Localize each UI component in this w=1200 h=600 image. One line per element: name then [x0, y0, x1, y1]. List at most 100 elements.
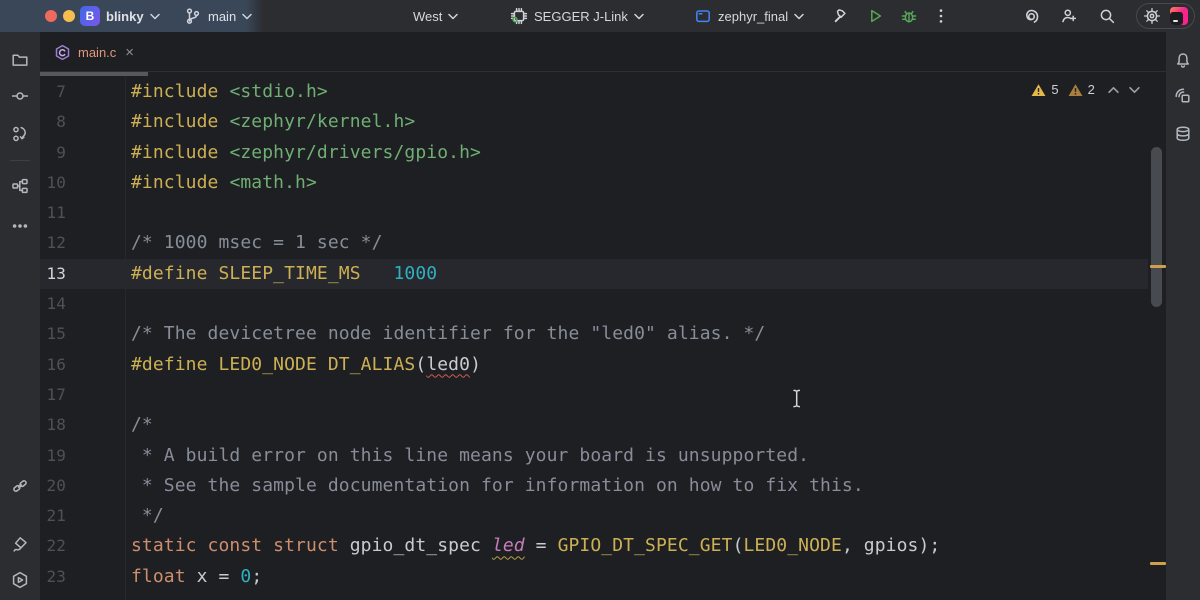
- run-target-selector[interactable]: zephyr_final: [694, 0, 804, 32]
- tab-main-c[interactable]: main.c ×: [40, 32, 144, 72]
- branch-widget[interactable]: main: [184, 0, 252, 32]
- tool-kite-button[interactable]: [6, 531, 34, 559]
- code-line[interactable]: 12 /* 1000 msec = 1 sec */: [40, 228, 1148, 258]
- chip-debug-icon: [510, 7, 528, 25]
- debugger-label: SEGGER J-Link: [534, 9, 628, 24]
- line-number[interactable]: 14: [40, 289, 66, 319]
- code-line[interactable]: 15/* The devicetree node identifier for …: [40, 319, 1148, 349]
- line-number[interactable]: 20: [40, 471, 66, 501]
- more-options-button[interactable]: [928, 4, 954, 28]
- code-area[interactable]: 7#include <stdio.h>8 #include <zephyr/ker…: [40, 77, 1148, 592]
- run-button[interactable]: [862, 4, 888, 28]
- project-icon: B: [80, 6, 100, 26]
- editor-area: main.c × 7#include <stdio.h>8 #include <z…: [40, 32, 1166, 600]
- tool-more-button[interactable]: [6, 212, 34, 240]
- tool-version-control-button[interactable]: [6, 120, 34, 148]
- line-number[interactable]: 22: [40, 531, 66, 561]
- code-line[interactable]: 23 float x = 0;: [40, 562, 1148, 592]
- weak-warning-count: 2: [1088, 82, 1095, 97]
- tool-notifications-button[interactable]: [1169, 46, 1197, 74]
- line-number[interactable]: 10: [40, 168, 66, 198]
- tab-bar: main.c ×: [40, 32, 1166, 72]
- line-number[interactable]: 9: [40, 138, 66, 168]
- line-number[interactable]: 8: [40, 107, 66, 137]
- left-activity-bar: [0, 32, 40, 600]
- code-text: #define SLEEP_TIME_MS 1000: [131, 259, 437, 289]
- tool-database-button[interactable]: [1169, 120, 1197, 148]
- code-line[interactable]: 14: [40, 289, 1148, 319]
- services-icon: [11, 571, 29, 589]
- search-everywhere-button[interactable]: [1094, 4, 1120, 28]
- code-line[interactable]: 16 #define LED0_NODE DT_ALIAS(led0): [40, 350, 1148, 380]
- tool-remote-button[interactable]: [6, 472, 34, 500]
- previous-problem-icon[interactable]: [1108, 86, 1119, 94]
- code-text: float x = 0;: [131, 562, 262, 592]
- project-widget[interactable]: B blinky: [80, 0, 160, 32]
- debugger-selector[interactable]: SEGGER J-Link: [510, 0, 644, 32]
- code-line[interactable]: 13 #define SLEEP_TIME_MS 1000: [40, 259, 1148, 289]
- line-number[interactable]: 16: [40, 350, 66, 380]
- line-number[interactable]: 12: [40, 228, 66, 258]
- line-number[interactable]: 21: [40, 501, 66, 531]
- code-line[interactable]: 17: [40, 380, 1148, 410]
- target-board-icon: [694, 7, 712, 25]
- hammer-icon: [832, 7, 850, 25]
- code-text: #include <math.h>: [131, 168, 317, 198]
- line-number[interactable]: 19: [40, 441, 66, 471]
- code-line[interactable]: 7#include <stdio.h>: [40, 77, 1148, 107]
- tool-services-button[interactable]: [6, 566, 34, 594]
- tab-label: main.c: [78, 45, 116, 60]
- code-text: #include <zephyr/kernel.h>: [131, 107, 415, 137]
- settings-account-group: [1136, 3, 1195, 29]
- code-text: * See the sample documentation for infor…: [131, 471, 864, 501]
- window-close-button[interactable]: [45, 10, 57, 22]
- code-line[interactable]: 10 #include <math.h>: [40, 168, 1148, 198]
- code-line[interactable]: 18/*: [40, 410, 1148, 440]
- code-line[interactable]: 19 * A build error on this line means yo…: [40, 441, 1148, 471]
- kebab-menu-icon: [932, 7, 950, 25]
- peripherals-icon: [1174, 87, 1192, 105]
- chevron-down-icon: [634, 13, 644, 20]
- code-line[interactable]: 22static const struct gpio_dt_spec led =…: [40, 531, 1148, 561]
- code-line[interactable]: 8 #include <zephyr/kernel.h>: [40, 107, 1148, 137]
- structure-icon: [11, 177, 29, 195]
- code-with-me-button[interactable]: [1056, 4, 1082, 28]
- tool-project-button[interactable]: [6, 46, 34, 74]
- line-number[interactable]: 18: [40, 410, 66, 440]
- next-problem-icon[interactable]: [1129, 86, 1140, 94]
- line-number[interactable]: 11: [40, 198, 66, 228]
- line-number[interactable]: 23: [40, 562, 66, 592]
- code-line[interactable]: 9#include <zephyr/drivers/gpio.h>: [40, 138, 1148, 168]
- tab-close-button[interactable]: ×: [125, 45, 134, 60]
- line-number[interactable]: 13: [40, 259, 66, 289]
- run-task-selector[interactable]: West: [413, 0, 458, 32]
- tool-commit-button[interactable]: [6, 82, 34, 110]
- line-number[interactable]: 7: [40, 77, 66, 107]
- warning-stripe-mark[interactable]: [1150, 265, 1166, 268]
- chevron-down-icon: [794, 13, 804, 20]
- window-minimize-button[interactable]: [63, 10, 75, 22]
- code-line[interactable]: 11: [40, 198, 1148, 228]
- run-task-label: West: [413, 9, 442, 24]
- debug-button[interactable]: [896, 4, 922, 28]
- tool-peripherals-button[interactable]: [1169, 82, 1197, 110]
- warning-stripe-mark[interactable]: [1150, 562, 1166, 565]
- editor-scrollbar-thumb[interactable]: [1151, 147, 1162, 307]
- line-number[interactable]: 15: [40, 319, 66, 349]
- inspections-widget[interactable]: 5 2: [1031, 82, 1140, 97]
- code-line[interactable]: 21 */: [40, 501, 1148, 531]
- code-text: /* 1000 msec = 1 sec */: [131, 228, 383, 258]
- user-avatar[interactable]: [1170, 7, 1188, 25]
- bell-icon: [1174, 51, 1192, 69]
- tab-scrollbar-thumb[interactable]: [40, 72, 148, 76]
- settings-button[interactable]: [1143, 7, 1161, 25]
- code-text: #define LED0_NODE DT_ALIAS(led0): [131, 350, 481, 380]
- tool-structure-button[interactable]: [6, 172, 34, 200]
- code-line[interactable]: 20 * See the sample documentation for in…: [40, 471, 1148, 501]
- ellipsis-icon: [11, 217, 29, 235]
- build-button[interactable]: [828, 4, 854, 28]
- text-cursor-pointer: [789, 389, 805, 408]
- ai-assistant-button[interactable]: [1018, 4, 1044, 28]
- bug-icon: [900, 7, 918, 25]
- line-number[interactable]: 17: [40, 380, 66, 410]
